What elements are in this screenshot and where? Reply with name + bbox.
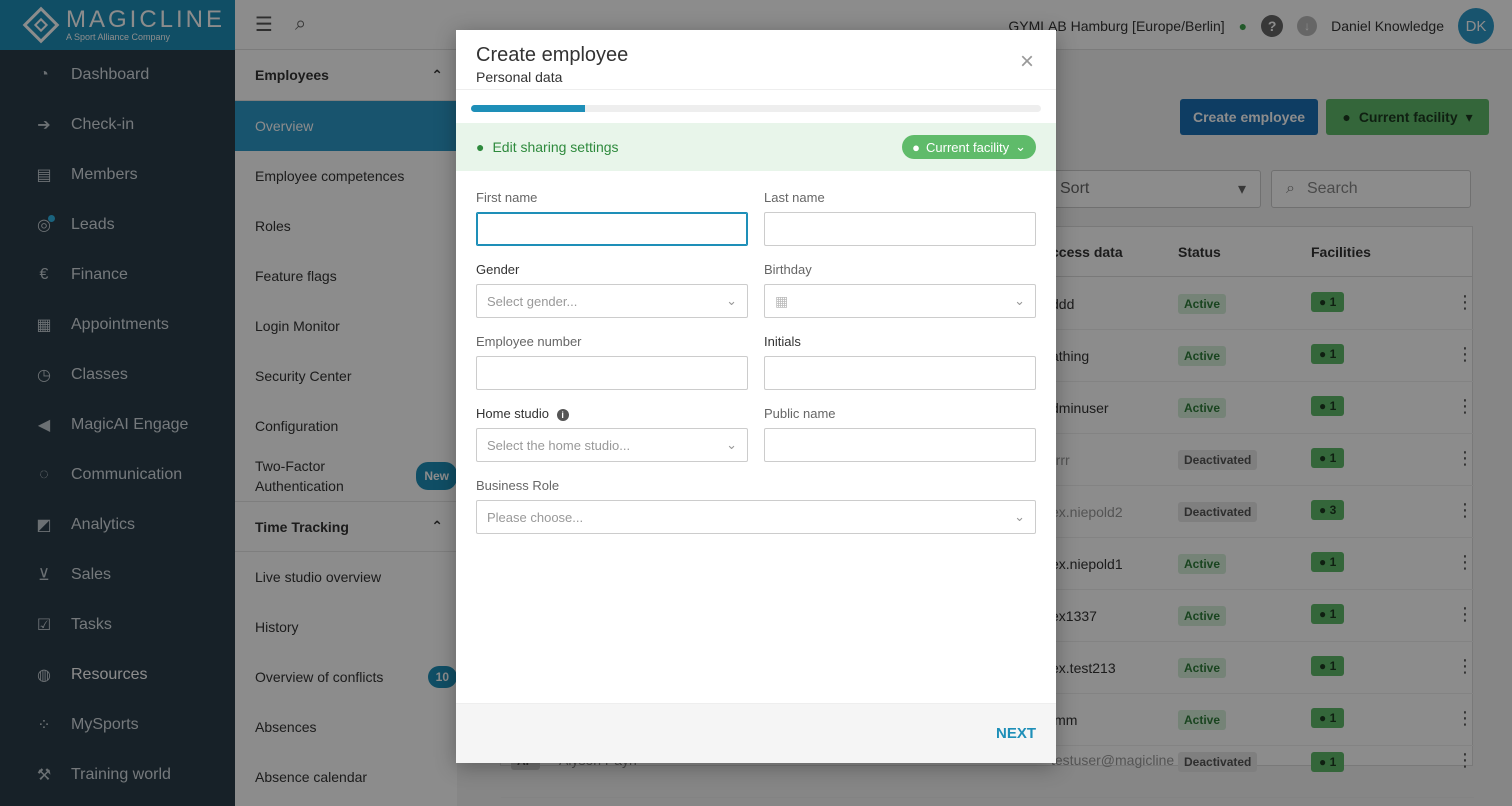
location-pin-icon: ● — [912, 139, 921, 155]
last-name-field: Last name — [764, 190, 1036, 246]
dialog-title: Create employee — [476, 44, 629, 66]
chevron-down-icon: ⌄ — [726, 293, 737, 308]
calendar-icon: ▦ — [775, 292, 789, 309]
chevron-down-icon: ⌄ — [726, 437, 737, 452]
create-employee-dialog: Create employee Personal data × ● Edit s… — [456, 30, 1056, 763]
first-name-input[interactable] — [476, 212, 748, 246]
select-placeholder: Select gender... — [487, 293, 578, 309]
select-placeholder: Select the home studio... — [487, 437, 631, 453]
progress-fill — [471, 105, 585, 112]
home-studio-field: Home studio i Select the home studio... … — [476, 406, 748, 462]
home-studio-label: Home studio — [476, 406, 549, 421]
field-label: Public name — [764, 406, 836, 421]
employee-number-input[interactable] — [476, 356, 748, 390]
field-label: Initials — [764, 334, 801, 349]
current-facility-chip[interactable]: ● Current facility ⌄ — [902, 135, 1036, 159]
field-label: Employee number — [476, 334, 582, 349]
business-role-select[interactable]: Please choose... ⌄ — [476, 500, 1036, 534]
dialog-subtitle: Personal data — [476, 69, 563, 85]
chip-label: Current facility — [926, 139, 1010, 155]
public-name-field: Public name — [764, 406, 1036, 462]
dialog-footer: NEXT — [456, 703, 1056, 763]
close-icon[interactable]: × — [1020, 48, 1034, 76]
last-name-input[interactable] — [764, 212, 1036, 246]
step-progress — [471, 105, 1041, 112]
birthday-field: Birthday ▦ ⌄ — [764, 262, 1036, 318]
field-label: Home studio i — [476, 406, 748, 422]
chevron-down-icon: ⌄ — [1014, 293, 1025, 308]
location-pin-icon: ● — [476, 139, 485, 155]
employee-number-field: Employee number — [476, 334, 748, 390]
field-label: First name — [476, 190, 538, 205]
home-studio-select[interactable]: Select the home studio... ⌄ — [476, 428, 748, 462]
public-name-input[interactable] — [764, 428, 1036, 462]
initials-field: Initials — [764, 334, 1036, 390]
gender-field: Gender Select gender... ⌄ — [476, 262, 748, 318]
field-label: Business Role — [476, 478, 560, 493]
initials-input[interactable] — [764, 356, 1036, 390]
next-button[interactable]: NEXT — [996, 725, 1036, 742]
chevron-down-icon: ⌄ — [1015, 139, 1026, 154]
dialog-header: Create employee Personal data × — [456, 30, 1056, 90]
info-icon[interactable]: i — [556, 409, 569, 421]
chevron-down-icon: ⌄ — [1014, 509, 1025, 524]
business-role-field: Business Role Please choose... ⌄ — [476, 478, 1036, 534]
field-label: Birthday — [764, 262, 812, 277]
birthday-picker[interactable]: ▦ ⌄ — [764, 284, 1036, 318]
first-name-field: First name — [476, 190, 748, 246]
share-label: Edit sharing settings — [492, 139, 619, 155]
edit-sharing-link[interactable]: ● Edit sharing settings — [476, 139, 619, 155]
gender-select[interactable]: Select gender... ⌄ — [476, 284, 748, 318]
field-label: Last name — [764, 190, 825, 205]
sharing-settings-bar: ● Edit sharing settings ● Current facili… — [456, 123, 1056, 171]
select-placeholder: Please choose... — [487, 509, 584, 525]
field-label: Gender — [476, 262, 520, 277]
